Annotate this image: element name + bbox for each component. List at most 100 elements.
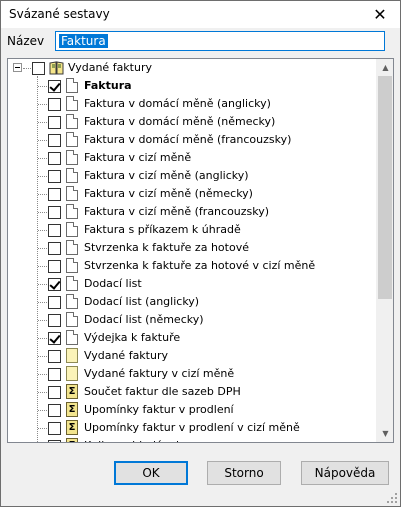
tree-connector	[38, 158, 47, 159]
tree-item-label: Faktura	[84, 79, 132, 92]
title-bar: Svázané sestavy ✕	[1, 1, 400, 28]
doc-icon	[66, 312, 78, 327]
tree-connector	[38, 122, 47, 123]
item-checkbox[interactable]	[48, 404, 61, 417]
close-button[interactable]: ✕	[360, 1, 400, 28]
cancel-button[interactable]: Storno	[207, 461, 281, 485]
tree-item-label: Stvrzenka k faktuře za hotové v cizí měn…	[84, 259, 316, 272]
item-checkbox[interactable]	[48, 368, 61, 381]
tree-item-row[interactable]: Σ Součet faktur dle sazeb DPH	[8, 383, 376, 401]
tree-item-row[interactable]: Σ Upomínky faktur v prodlení	[8, 401, 376, 419]
item-checkbox[interactable]	[48, 188, 61, 201]
tree-item-label: Faktura v cizí měně (německy)	[84, 187, 253, 200]
close-icon: ✕	[373, 5, 387, 24]
item-checkbox[interactable]	[48, 80, 61, 93]
report-tree[interactable]: Vydané faktury Faktura Faktura v domácí m…	[7, 58, 394, 443]
book-icon	[49, 61, 64, 75]
tree-item-row[interactable]: Σ Kniha pohledávek	[8, 437, 376, 442]
doc-icon	[66, 132, 78, 147]
item-checkbox[interactable]	[48, 350, 61, 363]
doc-icon	[66, 96, 78, 111]
tree-connector	[38, 374, 47, 375]
tree-item-label: Dodací list	[84, 277, 142, 290]
tree-item-row[interactable]: Stvrzenka k faktuře za hotové	[8, 239, 376, 257]
resize-grip-icon[interactable]	[386, 492, 398, 504]
scroll-down-button[interactable]: ▼	[377, 425, 393, 442]
tree-item-label: Vydané faktury v cizí měně	[84, 367, 235, 380]
tree-item-row[interactable]: Faktura v cizí měně (francouzsky)	[8, 203, 376, 221]
tree-item-row[interactable]: Faktura v cizí měně	[8, 149, 376, 167]
help-button[interactable]: Nápověda	[301, 461, 389, 485]
item-checkbox[interactable]	[48, 296, 61, 309]
tree-item-label: Upomínky faktur v prodlení v cizí měně	[84, 421, 300, 434]
doc-icon	[66, 276, 78, 291]
doc-icon	[66, 168, 78, 183]
vertical-scrollbar[interactable]: ▲ ▼	[376, 59, 393, 442]
doc-icon	[66, 258, 78, 273]
item-checkbox[interactable]	[48, 422, 61, 435]
tree-item-label: Kniha pohledávek	[84, 439, 182, 442]
tree-item-row[interactable]: Faktura v domácí měně (anglicky)	[8, 95, 376, 113]
tree-item-label: Faktura s příkazem k úhradě	[84, 223, 241, 236]
tree-item-label: Součet faktur dle sazeb DPH	[84, 385, 241, 398]
tree-connector	[38, 410, 47, 411]
doc-icon	[66, 330, 78, 345]
tree-item-row[interactable]: Faktura v cizí měně (německy)	[8, 185, 376, 203]
scroll-thumb[interactable]	[378, 76, 392, 299]
item-checkbox[interactable]	[48, 170, 61, 183]
tree-item-row[interactable]: Σ Upomínky faktur v prodlení v cizí měně	[8, 419, 376, 437]
arrow-down-icon: ▼	[382, 429, 389, 438]
item-checkbox[interactable]	[48, 152, 61, 165]
tree-connector	[38, 140, 47, 141]
tree-item-row[interactable]: Vydané faktury	[8, 347, 376, 365]
sum-icon: Σ	[66, 384, 78, 399]
root-checkbox[interactable]	[32, 62, 45, 75]
item-checkbox[interactable]	[48, 98, 61, 111]
doc-icon	[66, 114, 78, 129]
item-checkbox[interactable]	[48, 332, 61, 345]
tree-item-label: Faktura v cizí měně (anglicky)	[84, 169, 249, 182]
ok-button[interactable]: OK	[114, 461, 188, 485]
doc-icon	[66, 204, 78, 219]
tree-connector	[38, 284, 47, 285]
item-checkbox[interactable]	[48, 440, 61, 442]
item-checkbox[interactable]	[48, 386, 61, 399]
doc-icon	[66, 150, 78, 165]
tree-item-row[interactable]: Dodací list	[8, 275, 376, 293]
item-checkbox[interactable]	[48, 260, 61, 273]
item-checkbox[interactable]	[48, 314, 61, 327]
collapse-toggle[interactable]	[13, 63, 22, 72]
doc-icon	[66, 222, 78, 237]
dialog-window: Svázané sestavy ✕ Název Faktura Vydané f…	[0, 0, 401, 507]
tree-item-label: Dodací list (anglicky)	[84, 295, 200, 308]
tree-item-row[interactable]: Faktura v cizí měně (anglicky)	[8, 167, 376, 185]
sum-icon: Σ	[66, 402, 78, 417]
name-input-value: Faktura	[59, 34, 108, 48]
tree-item-row[interactable]: Faktura v domácí měně (francouzsky)	[8, 131, 376, 149]
name-input[interactable]: Faktura	[55, 31, 385, 51]
tree-connector	[38, 356, 47, 357]
scroll-up-button[interactable]: ▲	[377, 59, 393, 76]
tree-connector	[38, 392, 47, 393]
tree-item-row[interactable]: Stvrzenka k faktuře za hotové v cizí měn…	[8, 257, 376, 275]
item-checkbox[interactable]	[48, 278, 61, 291]
tree-item-row[interactable]: Faktura	[8, 77, 376, 95]
tree-item-row[interactable]: Vydané faktury v cizí měně	[8, 365, 376, 383]
tree-connector	[38, 176, 47, 177]
tree-connector	[38, 194, 47, 195]
tree-item-row[interactable]: Výdejka k faktuře	[8, 329, 376, 347]
tree-item-row[interactable]: Dodací list (německy)	[8, 311, 376, 329]
item-checkbox[interactable]	[48, 224, 61, 237]
tree-root-row[interactable]: Vydané faktury	[8, 59, 376, 77]
tree-item-row[interactable]: Faktura v domácí měně (německy)	[8, 113, 376, 131]
item-checkbox[interactable]	[48, 206, 61, 219]
item-checkbox[interactable]	[48, 242, 61, 255]
tree-item-row[interactable]: Faktura s příkazem k úhradě	[8, 221, 376, 239]
tree-connector	[38, 212, 47, 213]
item-checkbox[interactable]	[48, 134, 61, 147]
tree-item-label: Upomínky faktur v prodlení	[84, 403, 234, 416]
tree-item-row[interactable]: Dodací list (anglicky)	[8, 293, 376, 311]
item-checkbox[interactable]	[48, 116, 61, 129]
sum-icon: Σ	[66, 420, 78, 435]
tree-guide-line	[37, 76, 38, 442]
